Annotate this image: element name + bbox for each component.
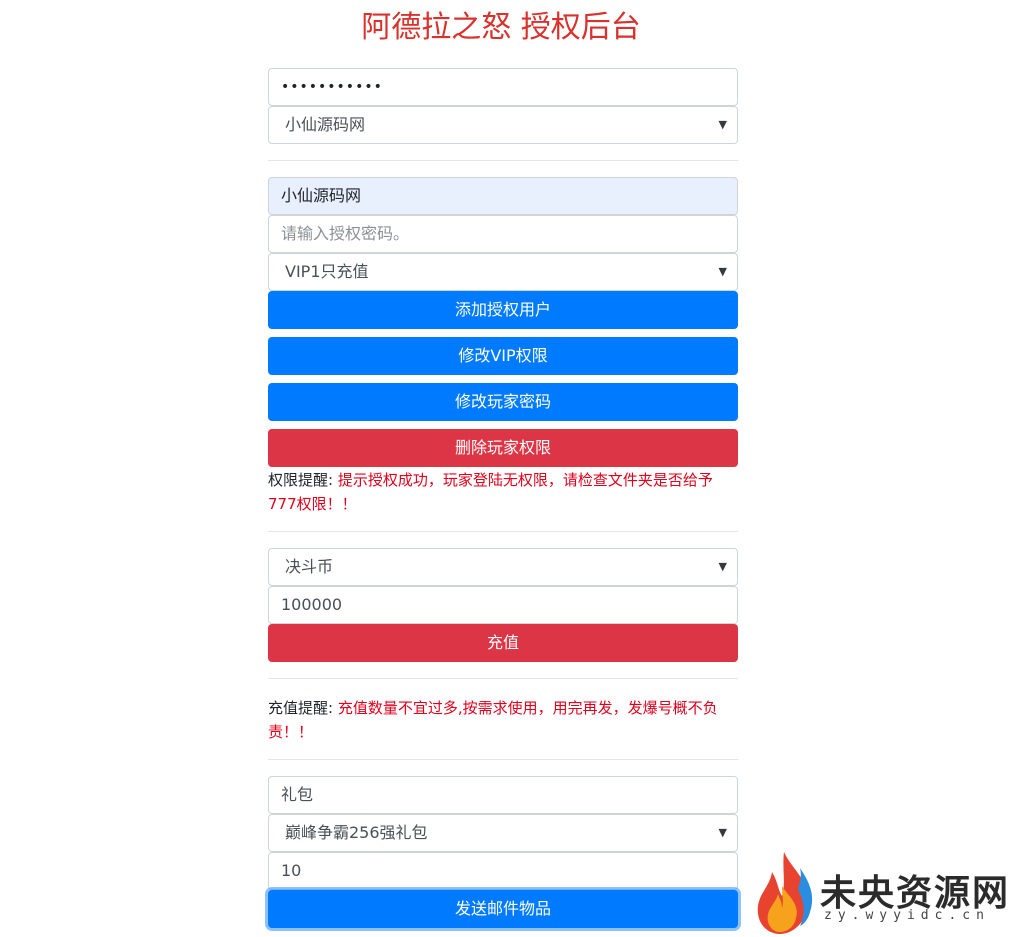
notice-label: 权限提醒: xyxy=(268,471,334,489)
divider xyxy=(268,531,738,532)
chevron-down-icon: ▼ xyxy=(718,826,727,839)
notice-label: 充值提醒: xyxy=(268,699,334,717)
server-select-value: 小仙源码网 xyxy=(285,115,366,134)
notice-message: 充值数量不宜过多,按需求使用，用完再发，发爆号概不负责！！ xyxy=(268,699,718,741)
currency-select-value: 决斗币 xyxy=(285,557,334,576)
notice-message: 提示授权成功，玩家登陆无权限，请检查文件夹是否给予777权限！！ xyxy=(268,471,713,513)
page-title: 阿德拉之怒 授权后台 xyxy=(361,10,641,45)
watermark: 未央资源网 zy.wyyidc.cn xyxy=(752,850,1012,936)
chevron-down-icon: ▼ xyxy=(718,560,727,573)
watermark-sub-text: zy.wyyidc.cn xyxy=(824,908,990,923)
account-input[interactable]: 小仙源码网 xyxy=(268,177,738,215)
modify-player-password-button[interactable]: 修改玩家密码 xyxy=(268,383,738,421)
divider xyxy=(268,759,738,760)
send-mail-item-button[interactable]: 发送邮件物品 xyxy=(268,890,738,928)
item-select[interactable]: 巅峰争霸256强礼包 ▼ xyxy=(268,814,738,852)
add-auth-user-button[interactable]: 添加授权用户 xyxy=(268,291,738,329)
chevron-down-icon: ▼ xyxy=(718,265,727,278)
vip-select[interactable]: VIP1只充值 ▼ xyxy=(268,253,738,291)
divider xyxy=(268,678,738,679)
divider xyxy=(268,160,738,161)
quantity-input[interactable]: 10 xyxy=(268,852,738,890)
mail-type-input[interactable]: 礼包 xyxy=(268,776,738,814)
item-select-value: 巅峰争霸256强礼包 xyxy=(285,823,428,842)
server-select[interactable]: 小仙源码网 ▼ xyxy=(268,106,738,144)
permission-notice: 权限提醒: 提示授权成功，玩家登陆无权限，请检查文件夹是否给予777权限！！ xyxy=(268,468,738,516)
vip-select-value: VIP1只充值 xyxy=(285,262,369,281)
flame-logo-icon xyxy=(757,852,813,934)
chevron-down-icon: ▼ xyxy=(718,118,727,131)
admin-password-input[interactable]: ••••••••••• xyxy=(268,68,738,106)
delete-player-permission-button[interactable]: 删除玩家权限 xyxy=(268,429,738,467)
auth-password-input[interactable]: 请输入授权密码。 xyxy=(268,215,738,253)
recharge-notice: 充值提醒: 充值数量不宜过多,按需求使用，用完再发，发爆号概不负责！！ xyxy=(268,696,738,744)
modify-vip-button[interactable]: 修改VIP权限 xyxy=(268,337,738,375)
currency-select[interactable]: 决斗币 ▼ xyxy=(268,548,738,586)
recharge-button[interactable]: 充值 xyxy=(268,624,738,662)
amount-input[interactable]: 100000 xyxy=(268,586,738,624)
